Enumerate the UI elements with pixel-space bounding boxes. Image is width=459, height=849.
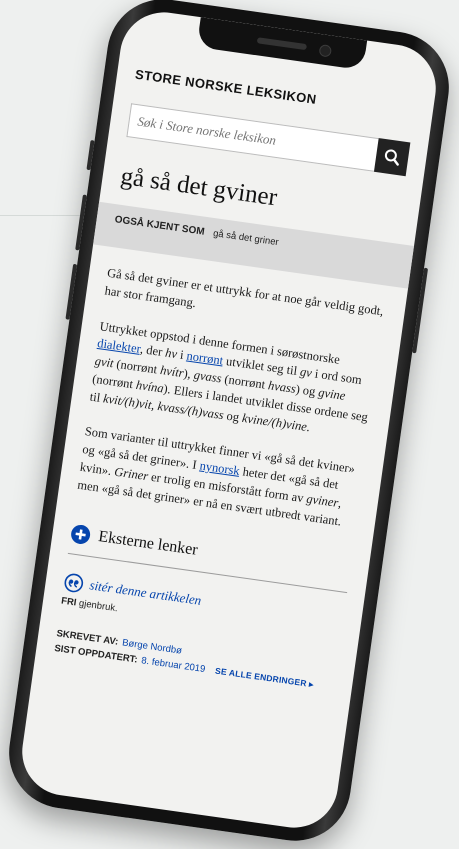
text-run-italic: hvass (267, 378, 297, 396)
search-icon (384, 149, 399, 166)
link-norront[interactable]: norrønt (186, 349, 224, 368)
text-run: i ord som (310, 366, 363, 388)
power-button (412, 267, 429, 354)
article-paragraph-2: Uttrykket oppstod i denne formen i sørøs… (89, 318, 381, 445)
front-camera (318, 44, 333, 58)
text-run: (norrønt (91, 371, 138, 392)
external-links-label: Eksterne lenker (97, 528, 199, 560)
text-run-italic: hvítr (159, 363, 185, 381)
text-run: (norrønt (112, 356, 162, 377)
speaker-grille (256, 37, 308, 51)
link-nynorsk[interactable]: nynorsk (199, 458, 241, 477)
article-page: STORE NORSKE LEKSIKON gå så det gviner O… (17, 7, 442, 834)
text-run-italic: gvass (192, 367, 223, 386)
text-run-italic: Griner (113, 464, 150, 483)
text-run: ) og (294, 382, 320, 400)
phone-screen: STORE NORSKE LEKSIKON gå så det gviner O… (16, 6, 442, 834)
free-reuse-text: gjenbruk. (75, 597, 119, 615)
text-run-italic: gviner (305, 491, 340, 510)
text-run: (norrønt (220, 371, 270, 393)
phone-frame: STORE NORSKE LEKSIKON gå så det gviner O… (1, 0, 457, 848)
also-known-as-value: gå så det griner (212, 228, 280, 249)
volume-up-button (75, 194, 87, 251)
search-input[interactable] (126, 103, 379, 172)
silent-switch (86, 140, 95, 171)
plus-circle-icon (71, 525, 91, 545)
text-run-italic: gvit (93, 353, 115, 371)
volume-down-button (65, 263, 78, 320)
link-dialekter[interactable]: dialekter (96, 336, 141, 356)
article-paragraph-3: Som varianter til uttrykket finner vi «g… (76, 423, 365, 533)
text-run: . (305, 419, 311, 434)
quote-icon (64, 573, 84, 593)
text-run-italic: hvína (135, 377, 165, 396)
text-run: og (222, 407, 244, 425)
search-button[interactable] (373, 138, 411, 177)
text-run-italic: gvine (317, 385, 347, 403)
text-run: , der (139, 342, 167, 360)
also-known-as-label: OGSÅ KJENT SOM (114, 214, 206, 238)
